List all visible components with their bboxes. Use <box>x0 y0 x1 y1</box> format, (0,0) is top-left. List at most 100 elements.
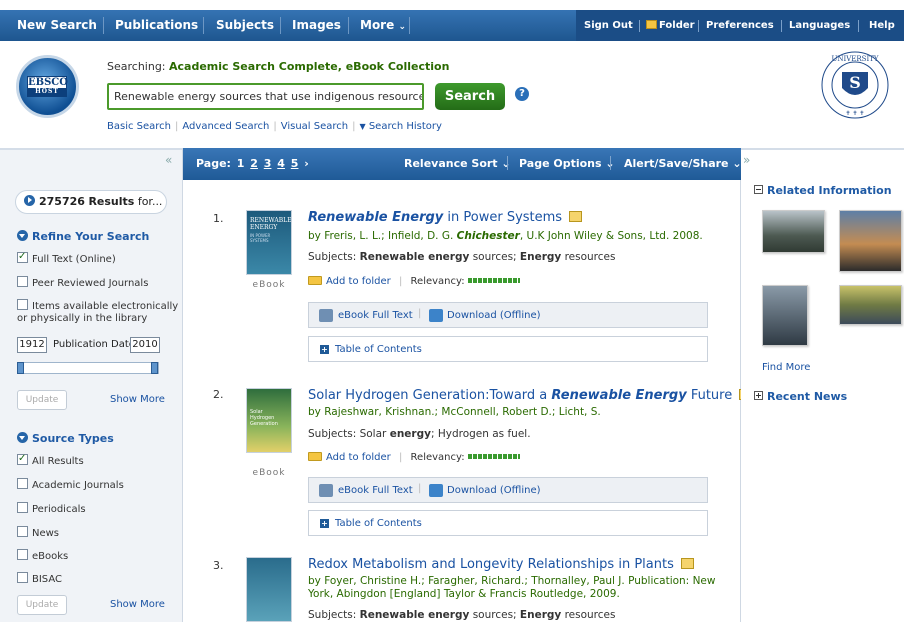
search-history-link[interactable]: Search History <box>369 121 442 132</box>
show-more-link[interactable]: Show More <box>110 599 165 610</box>
source-academic-journals[interactable]: Academic Journals <box>17 478 124 492</box>
collapse-left-button[interactable]: « <box>165 153 172 167</box>
source-bisac[interactable]: BISAC <box>17 572 62 586</box>
relevance-sort-label: Relevance Sort <box>404 157 498 170</box>
book-icon <box>681 558 694 569</box>
relevancy-bar <box>467 454 520 459</box>
search-input[interactable]: Renewable energy sources that use indige… <box>107 83 424 110</box>
help-icon[interactable]: ? <box>515 87 529 101</box>
find-more-link[interactable]: Find More <box>762 362 810 373</box>
title-text: in Power Systems <box>443 210 563 225</box>
book-cover-thumbnail[interactable]: Solar Hydrogen Generation <box>246 388 292 453</box>
folder-icon <box>308 276 322 285</box>
recent-news-heading[interactable]: Recent News <box>754 390 847 403</box>
page-2[interactable]: 2 <box>250 157 258 170</box>
related-image-thumbnail[interactable] <box>839 285 902 325</box>
collapse-right-button[interactable]: » <box>743 153 750 167</box>
book-cover-thumbnail[interactable]: RENEWABLE ENERGY IN POWER SYSTEMS <box>246 210 292 275</box>
publication-dates-label: Publication Dates <box>53 339 141 350</box>
nav-separator <box>639 20 640 32</box>
nav-languages[interactable]: Languages <box>789 10 850 41</box>
ebscohost-logo[interactable]: EBSCO HOST <box>16 55 79 118</box>
alert-save-share-dropdown[interactable]: Alert/Save/Share ⌄ <box>624 157 742 170</box>
page-5[interactable]: 5 <box>291 157 299 170</box>
source-types-heading[interactable]: Source Types <box>17 432 114 445</box>
separator: | <box>418 483 422 494</box>
nav-subjects[interactable]: Subjects <box>216 10 274 41</box>
date-slider[interactable] <box>17 362 159 374</box>
basic-search-link[interactable]: Basic Search <box>107 121 171 132</box>
relevance-sort-dropdown[interactable]: Relevance Sort ⌄ <box>404 157 511 170</box>
add-to-folder-link[interactable]: Add to folder <box>326 276 391 287</box>
page-options-dropdown[interactable]: Page Options ⌄ <box>519 157 615 170</box>
logo-plate: EBSCO HOST <box>27 76 68 97</box>
page-1[interactable]: 1 <box>237 157 245 170</box>
slider-handle-left[interactable] <box>17 362 24 374</box>
ebook-full-text-link[interactable]: eBook Full Text <box>338 310 413 321</box>
nav-separator <box>348 17 349 34</box>
slider-handle-right[interactable] <box>151 362 158 374</box>
update-button[interactable]: Update <box>17 390 67 410</box>
download-offline-link[interactable]: Download (Offline) <box>447 310 541 321</box>
related-image-thumbnail[interactable] <box>839 210 902 272</box>
table-of-contents[interactable]: + Table of Contents <box>308 336 708 362</box>
date-to-input[interactable]: 2010 <box>130 337 160 353</box>
separator: | <box>398 452 403 463</box>
peer-reviewed-checkbox[interactable]: Peer Reviewed Journals <box>17 276 148 290</box>
page-4[interactable]: 4 <box>277 157 285 170</box>
searching-databases: Searching: Academic Search Complete, eBo… <box>107 60 449 73</box>
ebook-full-text-link[interactable]: eBook Full Text <box>338 485 413 496</box>
top-navigation: New Search Publications Subjects Images … <box>0 0 904 45</box>
byline-line2: York, Abingdon [England] Taylor & Franci… <box>308 588 620 600</box>
svg-text:✝ ✝ ✝: ✝ ✝ ✝ <box>846 110 865 117</box>
date-from-input[interactable]: 1912 <box>17 337 47 353</box>
full-text-checkbox[interactable]: Full Text (Online) <box>17 251 116 266</box>
results-count[interactable]: 275726 Results for... <box>15 190 167 214</box>
related-information-heading[interactable]: Related Information <box>754 184 892 197</box>
subjects-text: resources <box>561 251 616 263</box>
nav-folder[interactable]: Folder <box>646 10 695 41</box>
source-ebooks[interactable]: eBooks <box>17 549 68 563</box>
nav-help[interactable]: Help <box>869 10 895 41</box>
result-title-link[interactable]: Renewable Energy in Power Systems <box>308 210 583 225</box>
nav-more[interactable]: More ⌄ <box>360 10 406 41</box>
checkbox-label-line2: or physically in the library <box>17 313 148 324</box>
checkbox-label: Academic Journals <box>32 480 124 491</box>
book-cover-thumbnail[interactable] <box>246 557 292 622</box>
cover-subtitle: IN POWER SYSTEMS <box>250 233 271 243</box>
searching-db-list[interactable]: Academic Search Complete, eBook Collecti… <box>169 60 449 73</box>
nav-publications[interactable]: Publications <box>115 10 198 41</box>
nav-preferences[interactable]: Preferences <box>706 10 774 41</box>
expand-plus-icon: + <box>320 519 329 528</box>
checkbox-icon <box>17 251 28 263</box>
nav-new-search[interactable]: New Search <box>17 10 97 41</box>
available-library-checkbox[interactable]: Items available electronically or physica… <box>17 299 178 325</box>
alert-save-share-label: Alert/Save/Share <box>624 157 729 170</box>
page-3[interactable]: 3 <box>264 157 272 170</box>
title-highlight: Renewable Energy <box>551 388 687 403</box>
source-news[interactable]: News <box>17 526 59 540</box>
advanced-search-link[interactable]: Advanced Search <box>182 121 269 132</box>
refine-heading[interactable]: Refine Your Search <box>17 230 149 243</box>
checkbox-icon <box>17 276 28 287</box>
related-image-thumbnail[interactable] <box>762 210 825 253</box>
result-title-link[interactable]: Solar Hydrogen Generation:Toward a Renew… <box>308 388 753 403</box>
add-to-folder-link[interactable]: Add to folder <box>326 452 391 463</box>
results-toolbar: Page: 1 2 3 4 5 › Relevance Sort ⌄ Page … <box>183 148 742 180</box>
search-header: EBSCO HOST Searching: Academic Search Co… <box>0 45 904 145</box>
next-page-button[interactable]: › <box>304 157 309 170</box>
table-of-contents[interactable]: + Table of Contents <box>308 510 708 536</box>
source-all-results[interactable]: All Results <box>17 453 84 468</box>
search-button[interactable]: Search <box>435 83 505 110</box>
download-offline-link[interactable]: Download (Offline) <box>447 485 541 496</box>
nav-images[interactable]: Images <box>292 10 341 41</box>
refine-heading-label: Refine Your Search <box>32 230 150 243</box>
source-periodicals[interactable]: Periodicals <box>17 502 86 516</box>
update-button[interactable]: Update <box>17 595 67 615</box>
visual-search-link[interactable]: Visual Search <box>281 121 348 132</box>
result-subjects: Subjects: Renewable energy sources; Ener… <box>308 609 615 621</box>
nav-sign-out[interactable]: Sign Out <box>584 10 633 41</box>
result-title-link[interactable]: Redox Metabolism and Longevity Relations… <box>308 557 694 572</box>
show-more-link[interactable]: Show More <box>110 394 165 405</box>
related-image-thumbnail[interactable] <box>762 285 808 346</box>
